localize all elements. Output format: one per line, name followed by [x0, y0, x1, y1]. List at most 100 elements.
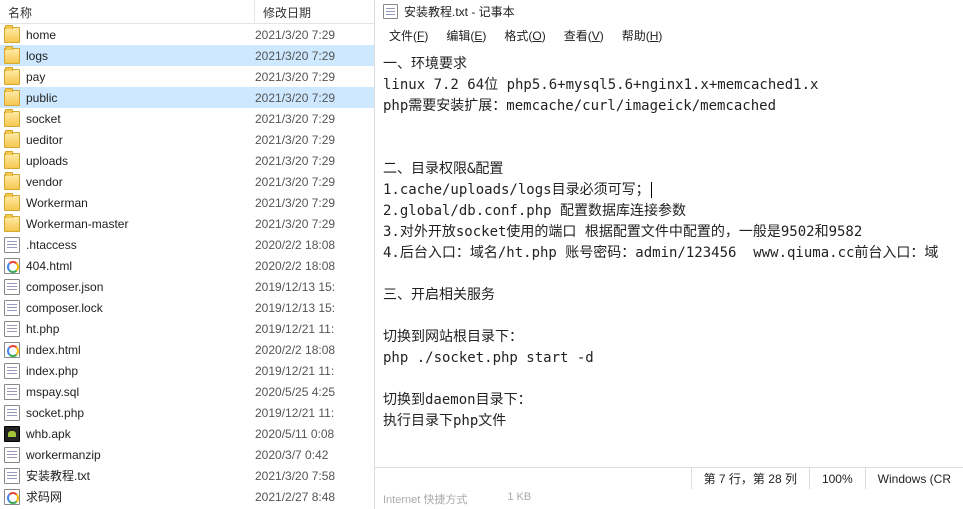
folder-icon	[4, 174, 20, 190]
file-name: socket.php	[26, 406, 255, 420]
menu-help[interactable]: 帮助(H)	[614, 25, 671, 46]
menu-edit[interactable]: 编辑(E)	[438, 25, 494, 46]
file-name: ht.php	[26, 322, 255, 336]
file-date: 2020/3/7 0:42	[255, 448, 328, 462]
file-row[interactable]: whb.apk2020/5/11 0:08	[0, 423, 374, 444]
file-row[interactable]: Workerman2021/3/20 7:29	[0, 192, 374, 213]
status-encoding: Windows (CR	[865, 468, 963, 489]
file-name: workermanzip	[26, 448, 255, 462]
file-row[interactable]: composer.json2019/12/13 15:	[0, 276, 374, 297]
chrome-html-icon	[4, 489, 20, 505]
background-explorer-row: Internet 快捷方式 1 KB	[375, 489, 963, 509]
column-date[interactable]: 修改日期	[255, 0, 374, 23]
file-date: 2020/5/11 0:08	[255, 427, 334, 441]
file-date: 2019/12/13 15:	[255, 280, 335, 294]
file-date: 2021/3/20 7:29	[255, 28, 335, 42]
file-date: 2021/3/20 7:29	[255, 112, 335, 126]
file-row[interactable]: 求码网2021/2/27 8:48	[0, 486, 374, 507]
menu-bar: 文件(F) 编辑(E) 格式(O) 查看(V) 帮助(H)	[375, 23, 963, 50]
file-name: ueditor	[26, 133, 255, 147]
file-date: 2021/2/27 8:48	[255, 490, 335, 504]
file-date: 2021/3/20 7:29	[255, 49, 335, 63]
file-name: composer.lock	[26, 301, 255, 315]
file-date: 2021/3/20 7:29	[255, 175, 335, 189]
text-file-icon	[4, 279, 20, 295]
file-row[interactable]: composer.lock2019/12/13 15:	[0, 297, 374, 318]
file-date: 2019/12/21 11:	[255, 406, 334, 420]
file-date: 2019/12/21 11:	[255, 364, 334, 378]
folder-icon	[4, 48, 20, 64]
file-row[interactable]: public2021/3/20 7:29	[0, 87, 374, 108]
file-name: logs	[26, 49, 255, 63]
file-row[interactable]: ueditor2021/3/20 7:29	[0, 129, 374, 150]
file-name: vendor	[26, 175, 255, 189]
file-name: .htaccess	[26, 238, 255, 252]
text-file-icon	[4, 468, 20, 484]
file-date: 2020/2/2 18:08	[255, 343, 335, 357]
file-date: 2021/3/20 7:29	[255, 196, 335, 210]
file-row[interactable]: logs2021/3/20 7:29	[0, 45, 374, 66]
file-row[interactable]: 安装教程.txt2021/3/20 7:58	[0, 465, 374, 486]
file-name: pay	[26, 70, 255, 84]
file-row[interactable]: index.php2019/12/21 11:	[0, 360, 374, 381]
notepad-text-area[interactable]: 一、环境要求linux 7.2 64位 php5.6+mysql5.6+ngin…	[375, 50, 963, 467]
file-date: 2021/3/20 7:29	[255, 217, 335, 231]
status-zoom: 100%	[809, 468, 865, 489]
file-name: whb.apk	[26, 427, 255, 441]
file-name: uploads	[26, 154, 255, 168]
file-date: 2021/3/20 7:58	[255, 469, 335, 483]
file-name: public	[26, 91, 255, 105]
file-row[interactable]: 404.html2020/2/2 18:08	[0, 255, 374, 276]
file-row[interactable]: socket.php2019/12/21 11:	[0, 402, 374, 423]
text-file-icon	[4, 321, 20, 337]
file-date: 2020/2/2 18:08	[255, 238, 335, 252]
file-name: Workerman-master	[26, 217, 255, 231]
file-row[interactable]: vendor2021/3/20 7:29	[0, 171, 374, 192]
file-name: socket	[26, 112, 255, 126]
file-name: mspay.sql	[26, 385, 255, 399]
file-row[interactable]: .htaccess2020/2/2 18:08	[0, 234, 374, 255]
file-name: home	[26, 28, 255, 42]
file-date: 2021/3/20 7:29	[255, 133, 335, 147]
file-row[interactable]: workermanzip2020/3/7 0:42	[0, 444, 374, 465]
file-list: home2021/3/20 7:29logs2021/3/20 7:29pay2…	[0, 24, 374, 507]
folder-icon	[4, 69, 20, 85]
file-row[interactable]: uploads2021/3/20 7:29	[0, 150, 374, 171]
file-row[interactable]: index.html2020/2/2 18:08	[0, 339, 374, 360]
column-headers: 名称 修改日期	[0, 0, 374, 24]
file-explorer-panel: 名称 修改日期 home2021/3/20 7:29logs2021/3/20 …	[0, 0, 375, 509]
file-row[interactable]: pay2021/3/20 7:29	[0, 66, 374, 87]
file-date: 2019/12/21 11:	[255, 322, 334, 336]
file-name: index.php	[26, 364, 255, 378]
notepad-window: 安装教程.txt - 记事本 文件(F) 编辑(E) 格式(O) 查看(V) 帮…	[375, 0, 963, 509]
status-bar: 第 7 行，第 28 列 100% Windows (CR	[375, 467, 963, 489]
file-date: 2021/3/20 7:29	[255, 154, 335, 168]
menu-file[interactable]: 文件(F)	[381, 25, 436, 46]
apk-icon	[4, 426, 20, 442]
status-position: 第 7 行，第 28 列	[691, 468, 809, 489]
folder-icon	[4, 195, 20, 211]
file-row[interactable]: Workerman-master2021/3/20 7:29	[0, 213, 374, 234]
chrome-html-icon	[4, 258, 20, 274]
file-row[interactable]: home2021/3/20 7:29	[0, 24, 374, 45]
file-name: Workerman	[26, 196, 255, 210]
notepad-title: 安装教程.txt - 记事本	[404, 3, 515, 20]
text-caret	[651, 182, 652, 198]
file-name: index.html	[26, 343, 255, 357]
notepad-title-bar: 安装教程.txt - 记事本	[375, 0, 963, 23]
file-date: 2020/5/25 4:25	[255, 385, 335, 399]
file-name: composer.json	[26, 280, 255, 294]
file-name: 404.html	[26, 259, 255, 273]
file-name: 安装教程.txt	[26, 467, 255, 484]
file-row[interactable]: ht.php2019/12/21 11:	[0, 318, 374, 339]
menu-view[interactable]: 查看(V)	[556, 25, 612, 46]
file-row[interactable]: mspay.sql2020/5/25 4:25	[0, 381, 374, 402]
file-row[interactable]: socket2021/3/20 7:29	[0, 108, 374, 129]
menu-format[interactable]: 格式(O)	[496, 25, 553, 46]
file-date: 2020/2/2 18:08	[255, 259, 335, 273]
text-file-icon	[4, 447, 20, 463]
notepad-icon	[383, 4, 398, 19]
column-name[interactable]: 名称	[0, 0, 255, 23]
folder-icon	[4, 27, 20, 43]
file-date: 2021/3/20 7:29	[255, 70, 335, 84]
